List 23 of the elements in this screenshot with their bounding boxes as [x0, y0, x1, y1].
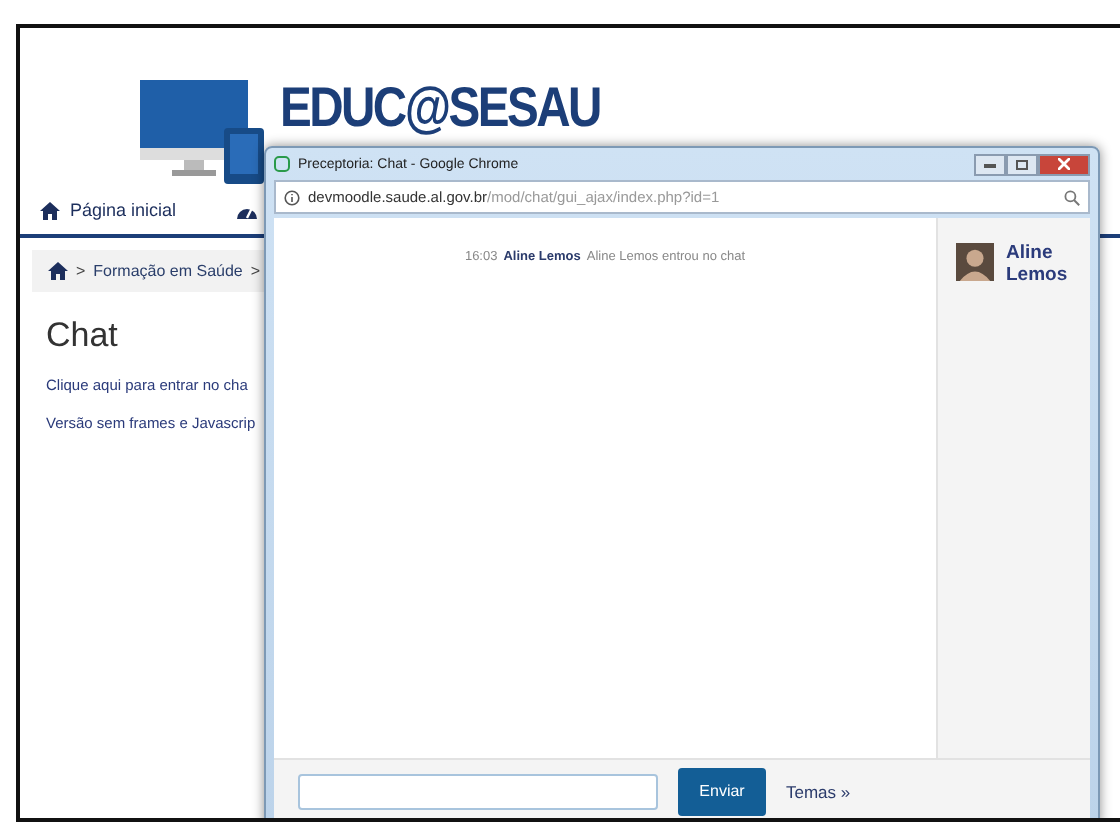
zoom-icon[interactable]	[1064, 189, 1080, 205]
minimize-icon	[984, 161, 996, 167]
maximize-button[interactable]	[1006, 153, 1038, 175]
avatar-icon	[956, 242, 994, 282]
breadcrumb-link[interactable]: Formação em Saúde	[93, 262, 243, 280]
send-button[interactable]: Enviar	[678, 767, 766, 815]
maximize-icon	[1016, 159, 1028, 169]
close-button[interactable]	[1038, 153, 1090, 175]
devices-logo-icon	[140, 80, 268, 184]
breadcrumb-separator: >	[250, 262, 261, 280]
home-icon	[40, 201, 60, 219]
home-icon[interactable]	[48, 262, 68, 280]
message-input[interactable]	[298, 773, 658, 809]
close-icon	[1058, 158, 1070, 170]
info-icon[interactable]	[284, 189, 300, 205]
site-logo-text[interactable]: EDUC@SESAU	[280, 80, 600, 136]
nav-label: Página inicial	[70, 200, 177, 220]
user-name[interactable]: Aline Lemos	[1006, 242, 1082, 288]
page-heading: Chat	[46, 316, 120, 356]
minimize-button[interactable]	[974, 153, 1006, 175]
breadcrumb-separator: >	[76, 262, 86, 280]
themes-link[interactable]: Temas »	[786, 781, 851, 801]
home-nav-link[interactable]: Página inicial	[40, 200, 177, 220]
